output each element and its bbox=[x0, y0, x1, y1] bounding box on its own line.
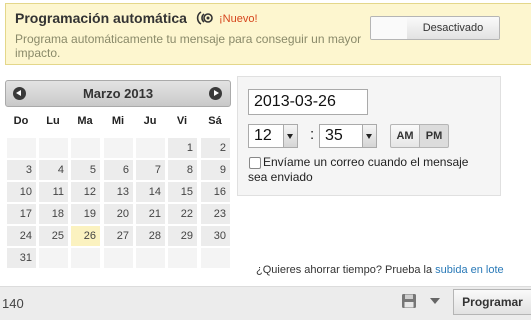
calendar-day[interactable]: 18 bbox=[39, 204, 68, 224]
calendar-day[interactable]: 19 bbox=[71, 204, 100, 224]
bulk-upload-link[interactable]: subida en lote bbox=[435, 264, 504, 276]
auto-schedule-banner: Programación automática ¡Nuevo! Programa… bbox=[5, 3, 531, 65]
calendar-month-title: Marzo 2013 bbox=[82, 86, 154, 101]
calendar-empty-cell bbox=[71, 248, 100, 268]
bulk-upload-hint: ¿Quieres ahorrar tiempo? Prueba la subid… bbox=[256, 264, 504, 276]
calendar-day[interactable]: 9 bbox=[201, 160, 230, 180]
calendar-empty-cell bbox=[39, 248, 68, 268]
calendar-empty-cell bbox=[39, 138, 68, 158]
calendar-day[interactable]: 11 bbox=[39, 182, 68, 202]
calendar-empty-cell bbox=[136, 138, 165, 158]
calendar-day[interactable]: 1 bbox=[168, 138, 197, 158]
calendar-day-today[interactable]: 26 bbox=[71, 226, 100, 246]
calendar-day[interactable]: 17 bbox=[7, 204, 36, 224]
bulk-prompt: ¿Quieres ahorrar tiempo? Prueba la bbox=[256, 264, 436, 276]
toggle-knob[interactable] bbox=[371, 17, 408, 39]
banner-description: Programa automáticamente tu mensaje para… bbox=[15, 32, 362, 60]
calendar-empty-cell bbox=[7, 138, 36, 158]
toggle-state-label[interactable]: Desactivado bbox=[407, 17, 499, 39]
chevron-down-icon[interactable] bbox=[283, 125, 297, 147]
hour-select[interactable]: 12 bbox=[248, 124, 298, 148]
new-badge: ¡Nuevo! bbox=[219, 13, 258, 25]
calendar-empty-cell bbox=[104, 138, 133, 158]
calendar-empty-cell bbox=[71, 138, 100, 158]
weekday-header: Vi bbox=[176, 115, 188, 127]
calendar-day[interactable]: 14 bbox=[136, 182, 165, 202]
calendar-empty-cell bbox=[104, 248, 133, 268]
calendar-day[interactable]: 20 bbox=[104, 204, 133, 224]
calendar-day[interactable]: 10 bbox=[7, 182, 36, 202]
calendar-day[interactable]: 22 bbox=[168, 204, 197, 224]
weekday-header: Do bbox=[13, 115, 29, 127]
calendar-day[interactable]: 7 bbox=[136, 160, 165, 180]
composer-footer: 140 Programar bbox=[0, 286, 531, 320]
calendar-day[interactable]: 25 bbox=[39, 226, 68, 246]
schedule-waves-icon bbox=[196, 11, 213, 25]
next-month-icon[interactable] bbox=[209, 87, 222, 100]
calendar-day[interactable]: 21 bbox=[136, 204, 165, 224]
date-input[interactable]: 2013-03-26 bbox=[248, 89, 368, 115]
banner-title: Programación automática bbox=[15, 10, 187, 26]
calendar-empty-cell bbox=[168, 248, 197, 268]
minute-value: 35 bbox=[325, 127, 343, 144]
calendar-day[interactable]: 27 bbox=[104, 226, 133, 246]
floppy-disk-icon[interactable] bbox=[401, 293, 417, 309]
minute-select[interactable]: 35 bbox=[319, 124, 377, 148]
calendar-empty-cell bbox=[201, 248, 230, 268]
weekday-header: Ju bbox=[143, 115, 157, 127]
chevron-down-icon[interactable] bbox=[430, 298, 440, 304]
calendar-day[interactable]: 23 bbox=[201, 204, 230, 224]
date-picker-calendar: Marzo 2013 Do Lu Ma Mi Ju Vi Sá 1 2 3 4 5 6 7 8 9 10 11 12… bbox=[5, 80, 231, 274]
calendar-empty-cell bbox=[136, 248, 165, 268]
calendar-day[interactable]: 24 bbox=[7, 226, 36, 246]
calendar-day[interactable]: 5 bbox=[71, 160, 100, 180]
calendar-day[interactable]: 12 bbox=[71, 182, 100, 202]
calendar-day[interactable]: 3 bbox=[7, 160, 36, 180]
pm-button[interactable]: PM bbox=[419, 124, 449, 148]
calendar-day[interactable]: 30 bbox=[201, 226, 230, 246]
schedule-time-panel: 2013-03-26 12 : 35 AM PM Envíame un corr… bbox=[237, 76, 501, 196]
calendar-day[interactable]: 29 bbox=[168, 226, 197, 246]
chevron-down-icon[interactable] bbox=[362, 125, 376, 147]
calendar-day[interactable]: 15 bbox=[168, 182, 197, 202]
calendar-day[interactable]: 31 bbox=[7, 248, 36, 268]
auto-schedule-toggle[interactable]: Desactivado bbox=[370, 16, 500, 40]
weekday-header: Ma bbox=[77, 115, 93, 127]
calendar-day[interactable]: 6 bbox=[104, 160, 133, 180]
calendar-day[interactable]: 28 bbox=[136, 226, 165, 246]
hour-value: 12 bbox=[254, 127, 272, 144]
calendar-header: Marzo 2013 bbox=[5, 80, 231, 107]
calendar-day[interactable]: 2 bbox=[201, 138, 230, 158]
calendar-day[interactable]: 16 bbox=[201, 182, 230, 202]
character-count: 140 bbox=[2, 296, 24, 311]
weekday-header: Lu bbox=[46, 115, 60, 127]
calendar-day[interactable]: 13 bbox=[104, 182, 133, 202]
calendar-day[interactable]: 8 bbox=[168, 160, 197, 180]
time-separator: : bbox=[310, 126, 315, 143]
calendar-day[interactable]: 4 bbox=[39, 160, 68, 180]
weekday-header: Mi bbox=[111, 115, 125, 127]
schedule-submit-button[interactable]: Programar bbox=[453, 289, 531, 315]
am-button[interactable]: AM bbox=[390, 124, 420, 148]
weekday-header: Sá bbox=[208, 115, 222, 127]
email-notify-label: Envíame un correo cuando el mensaje sea … bbox=[248, 155, 469, 184]
